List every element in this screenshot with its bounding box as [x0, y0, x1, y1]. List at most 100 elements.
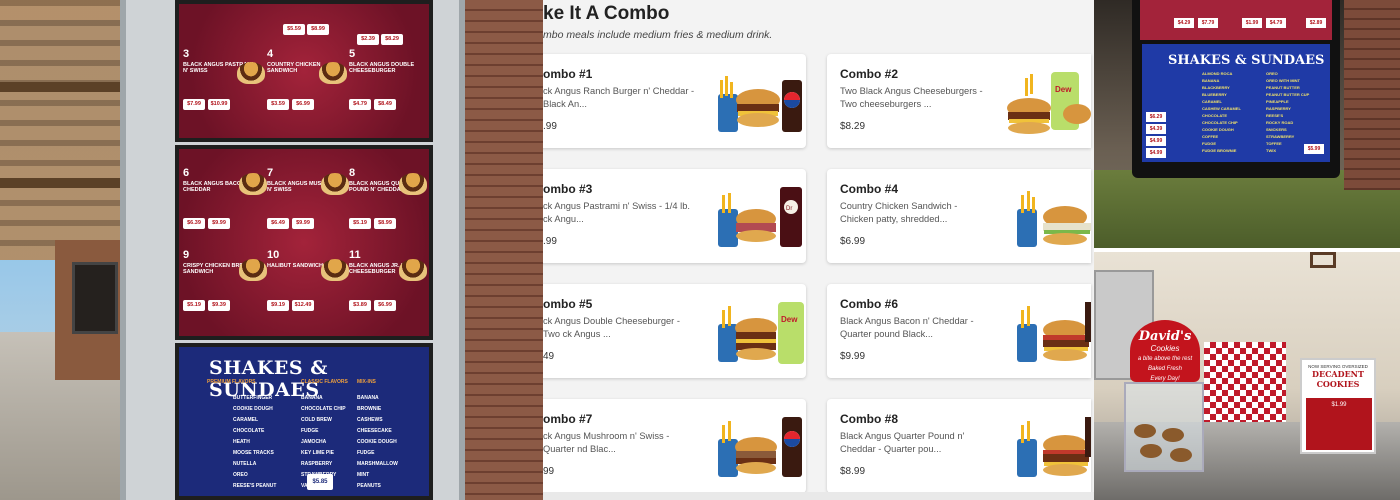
drive-thru-menu-photo: $5.59 $8.99 $2.39 $8.29 3 Black Angus Pa…: [0, 0, 543, 500]
awning-beam: [0, 178, 130, 188]
price-tag: $3.89: [349, 300, 371, 311]
combo-description: ck Angus Ranch Burger n' Cheddar - Black…: [543, 86, 695, 109]
flavor-item: CHOCOLATE CHIP: [301, 406, 346, 412]
flavor-item: MINT: [357, 472, 370, 478]
flavor-item: CASHEW CARAMEL: [1202, 106, 1241, 111]
davids-tagline: Baked Fresh: [1147, 366, 1183, 372]
menu-item: 5 Black Angus Double Cheeseburger $4.79 …: [349, 48, 425, 112]
combo-meal-image: [1017, 191, 1091, 247]
gingham-display: [1204, 342, 1286, 422]
combo-description: Country Chicken Sandwich - Chicken patty…: [840, 201, 958, 224]
combo-card[interactable]: Combo #6 Black Angus Bacon n' Cheddar - …: [827, 284, 1091, 378]
next-row-edge: [543, 492, 1094, 500]
mixins-list: BANANA BROWNIE CASHEWS CHEESECAKE COOKIE…: [357, 393, 398, 492]
combo-name: ombo #3: [543, 182, 593, 196]
price-tag: $4.79: [349, 99, 371, 110]
davids-tagline: a bite above the rest: [1137, 356, 1193, 362]
flavor-item: PINEAPPLE: [1266, 99, 1289, 104]
combo-card[interactable]: Combo #8 Black Angus Quarter Pound n' Ch…: [827, 399, 1091, 493]
flavor-item: JAMOCHA: [301, 439, 327, 445]
combo-panel-top: $5.59 $8.99 $2.39 $8.29 3 Black Angus Pa…: [175, 0, 433, 142]
combo-card[interactable]: ombo #7 ck Angus Mushroom n' Swiss - Qua…: [543, 399, 806, 493]
flavor-item: CHEESECAKE: [357, 428, 392, 434]
davids-sub: Cookies: [1150, 344, 1180, 353]
flavor-item: SNICKERS: [1266, 127, 1287, 132]
combo-price: $8.99: [840, 466, 866, 477]
combo-description: Black Angus Quarter Pound n' Cheddar - Q…: [840, 431, 965, 454]
shakes-title: SHAKES & SUNDAES: [1168, 53, 1325, 68]
combo-meal-image: [1017, 417, 1091, 477]
flavor-item: OREO WITH MINT: [1266, 78, 1300, 83]
davids-cookies-sign: David's Cookies a bite above the rest Ba…: [1130, 320, 1200, 382]
flavor-item: FUDGE: [301, 428, 319, 434]
cookie: [1134, 424, 1156, 438]
combo-meal-image: [718, 417, 802, 477]
combo-card[interactable]: Combo #2 Two Black Angus Cheeseburgers -…: [827, 54, 1091, 148]
flavor-item: PEANUT BUTTER: [1266, 85, 1300, 90]
flavor-item: ROCKY ROAD: [1266, 120, 1294, 125]
flavor-item: RASPBERRY: [301, 461, 333, 467]
combo-price: 49: [543, 351, 555, 362]
price-tag: $12.49: [292, 300, 314, 311]
price-tag: $8.29: [381, 34, 403, 45]
flavor-item: CASHEWS: [357, 417, 383, 423]
combo-price: $6.99: [840, 236, 866, 247]
combo-price: 99: [543, 466, 555, 477]
online-menu-screenshot: ke It A Combo mbo meals include medium f…: [543, 0, 1094, 500]
shakes-price-tag: $5.85: [307, 474, 333, 490]
combo-card[interactable]: ombo #5 ck Angus Double Cheeseburger - T…: [543, 284, 806, 378]
flavor-item: MOOSE TRACKS: [233, 450, 274, 456]
combo-meal-image: [1017, 302, 1091, 362]
flavor-item: COOKIE DOUGH: [357, 439, 397, 445]
price-tag: $4.39: [1146, 124, 1166, 134]
menu-item-number: 3: [183, 48, 190, 60]
flavor-item: OREO: [233, 472, 248, 478]
combo-card[interactable]: ombo #1 ck Angus Ranch Burger n' Cheddar…: [543, 54, 806, 148]
price-tag: $8.99: [307, 24, 329, 35]
combo-meal-image: Dew: [1007, 72, 1091, 134]
price-tag: $3.59: [267, 99, 289, 110]
combo-meal-image: [718, 76, 802, 132]
flavor-item: CARAMEL: [1202, 99, 1222, 104]
price-tag: $4.99: [1146, 148, 1166, 158]
classic-flavors-heading: CLASSIC FLAVORS: [301, 379, 348, 385]
price-tag: $4.79: [1266, 18, 1286, 28]
combo-name: ombo #7: [543, 412, 593, 426]
flavor-item: CARAMEL: [233, 417, 258, 423]
menu-item-name: Black Angus Double Cheeseburger: [349, 61, 415, 74]
burger-image: [321, 173, 349, 195]
svg-text:Dew: Dew: [781, 315, 798, 324]
flavor-item: COFFEE: [1202, 134, 1219, 139]
flavor-item: KEY LIME PIE: [301, 450, 334, 456]
svg-text:Dr: Dr: [786, 206, 792, 212]
combo-price: .99: [543, 121, 557, 132]
combo-name: ombo #5: [543, 297, 593, 311]
page-subtitle: mbo meals include medium fries & medium …: [543, 29, 773, 41]
combo-description: ck Angus Pastrami n' Swiss - 1/4 lb. ck …: [543, 201, 690, 224]
price-tag: $5.99: [1304, 144, 1324, 154]
brick-wall: [1344, 0, 1400, 190]
price-tag: $9.99: [208, 218, 230, 229]
davids-brand: David's: [1138, 329, 1192, 344]
price-tag: $6.39: [183, 218, 205, 229]
price-tag: $5.19: [349, 218, 371, 229]
burger-image: [239, 173, 267, 195]
price-tag: $8.49: [374, 99, 396, 110]
price-tag: $6.49: [267, 218, 289, 229]
combo-name: ombo #1: [543, 67, 593, 81]
combo-card[interactable]: ombo #3 ck Angus Pastrami n' Swiss - 1/4…: [543, 169, 806, 263]
decadent-price: $1.99: [1331, 402, 1347, 408]
mixins-heading: MIX-INS: [357, 379, 376, 385]
burger-image: [237, 62, 265, 84]
combo-name: Combo #6: [840, 297, 899, 311]
combo-card[interactable]: Combo #4 Country Chicken Sandwich - Chic…: [827, 169, 1091, 263]
menu-item-number: 4: [267, 48, 274, 60]
flavor-item: COOKIE DOUGH: [233, 406, 273, 412]
combo-price: .99: [543, 236, 557, 247]
combo-meal-image: Dew: [718, 302, 804, 364]
price-tag: $9.39: [208, 300, 230, 311]
flavor-item: BROWNIE: [357, 406, 382, 412]
flavor-item: BLUEBERRY: [1202, 92, 1227, 97]
flavor-item: HEATH: [233, 439, 250, 445]
flavor-list: OREO OREO WITH MINT PEANUT BUTTER PEANUT…: [1266, 70, 1309, 154]
